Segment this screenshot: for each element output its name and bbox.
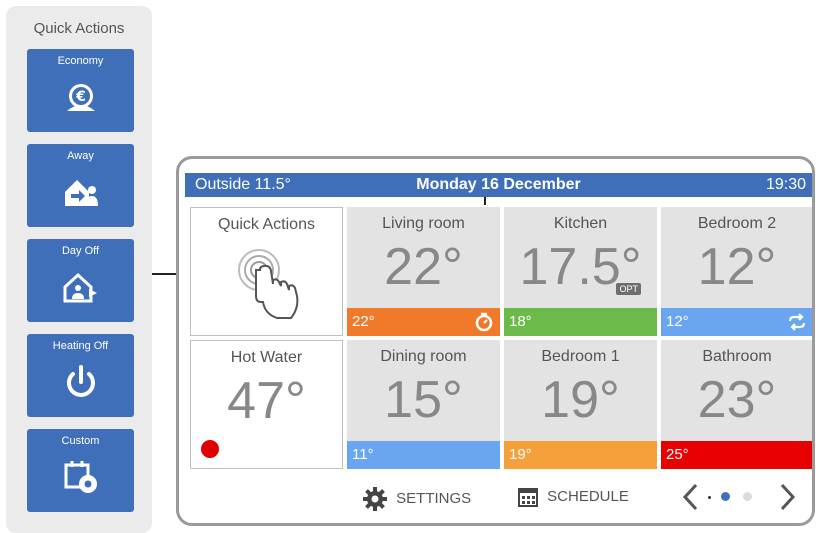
quick-actions-panel: Quick Actions Economy € Away Day Off Hea… <box>6 6 152 533</box>
schedule-button[interactable]: SCHEDULE <box>517 486 629 508</box>
setpoint-value: 12° <box>666 313 689 330</box>
room-name: Living room <box>382 215 465 232</box>
room-name: Bedroom 2 <box>697 215 777 232</box>
setpoint-value: 18° <box>509 313 532 330</box>
settings-label: SETTINGS <box>396 489 472 507</box>
calendar-gear-icon <box>64 461 97 493</box>
hot-water-status-dot <box>201 440 219 458</box>
quick-actions-title: Quick Actions <box>33 20 125 37</box>
room-temperature: 15° <box>384 371 463 429</box>
setpoint-value: 19° <box>509 446 532 463</box>
room-tile-bedroom-2[interactable]: Bedroom 2 12° 12° <box>661 207 812 336</box>
quick-actions-tile[interactable]: Quick Actions <box>190 207 343 336</box>
economy-button[interactable]: Economy € <box>27 49 134 132</box>
heating-off-label: Heating Off <box>52 340 109 352</box>
room-name: Kitchen <box>553 215 608 232</box>
pager <box>681 479 811 513</box>
day-off-button[interactable]: Day Off <box>27 239 134 322</box>
room-temperature: 19° <box>541 371 620 429</box>
setpoint-value: 25° <box>666 446 689 463</box>
header-tick <box>484 197 486 205</box>
setpoint-bar: 22° <box>347 308 500 336</box>
room-name: Bedroom 1 <box>541 348 620 365</box>
setpoint-bar: 25° <box>661 441 812 469</box>
setpoint-bar: 12° <box>661 308 812 336</box>
settings-button[interactable]: SETTINGS <box>362 486 471 512</box>
setpoint-bar: 18° <box>504 308 657 336</box>
room-tile-bathroom[interactable]: Bathroom 23° 25° <box>661 340 812 469</box>
setpoint-value: 22° <box>352 313 375 330</box>
repeat-icon <box>788 313 806 331</box>
day-off-label: Day Off <box>61 245 100 257</box>
timer-icon <box>475 312 493 332</box>
page-dot-2[interactable] <box>721 492 730 501</box>
away-label: Away <box>67 150 94 162</box>
house-day-off-icon <box>63 272 97 303</box>
chevron-right-icon[interactable] <box>777 483 797 511</box>
room-tile-bedroom-1[interactable]: Bedroom 1 19° 19° <box>504 340 657 469</box>
page-dot-3[interactable] <box>743 492 752 501</box>
room-temperature: 23° <box>697 371 777 429</box>
economy-label: Economy <box>57 55 104 67</box>
room-tile-dining-room[interactable]: Dining room 15° 11° <box>347 340 500 469</box>
hot-water-label: Hot Water <box>230 349 303 366</box>
away-button[interactable]: Away <box>27 144 134 227</box>
stage: Quick Actions Economy € Away Day Off Hea… <box>0 0 816 533</box>
thermostat-screen: Outside 11.5° Monday 16 December 19:30 Q… <box>176 156 815 526</box>
power-icon <box>67 365 95 397</box>
page-dot-1[interactable] <box>708 496 711 499</box>
custom-button[interactable]: Custom <box>27 429 134 512</box>
setpoint-bar: 19° <box>504 441 657 469</box>
room-name: Dining room <box>380 348 467 365</box>
euro-piggy-icon: € <box>67 84 95 111</box>
current-date: Monday 16 December <box>416 176 581 193</box>
custom-label: Custom <box>61 435 100 447</box>
house-away-icon <box>65 180 98 206</box>
current-time: 19:30 <box>765 176 806 193</box>
status-header: Outside 11.5° Monday 16 December 19:30 <box>185 173 812 197</box>
schedule-label: SCHEDULE <box>547 487 629 505</box>
hot-water-temperature: 47° <box>227 372 306 430</box>
room-temperature: 12° <box>697 238 777 296</box>
touch-hand-icon <box>238 249 299 319</box>
room-tile-living-room[interactable]: Living room 22° 22° <box>347 207 500 336</box>
setpoint-value: 11° <box>352 446 374 463</box>
quick-actions-tile-label: Quick Actions <box>218 216 315 233</box>
opt-badge: OPT <box>616 283 641 295</box>
svg-text:€: € <box>75 89 86 105</box>
hot-water-tile[interactable]: Hot Water 47° <box>190 340 343 469</box>
room-tile-kitchen[interactable]: Kitchen 17.5° OPT 18° <box>504 207 657 336</box>
room-name: Bathroom <box>702 348 772 365</box>
chevron-left-icon[interactable] <box>681 483 701 511</box>
room-temperature: 22° <box>384 238 463 296</box>
calendar-icon <box>518 488 538 507</box>
heating-off-button[interactable]: Heating Off <box>27 334 134 417</box>
setpoint-bar: 11° <box>347 441 500 469</box>
gear-icon <box>363 487 387 511</box>
